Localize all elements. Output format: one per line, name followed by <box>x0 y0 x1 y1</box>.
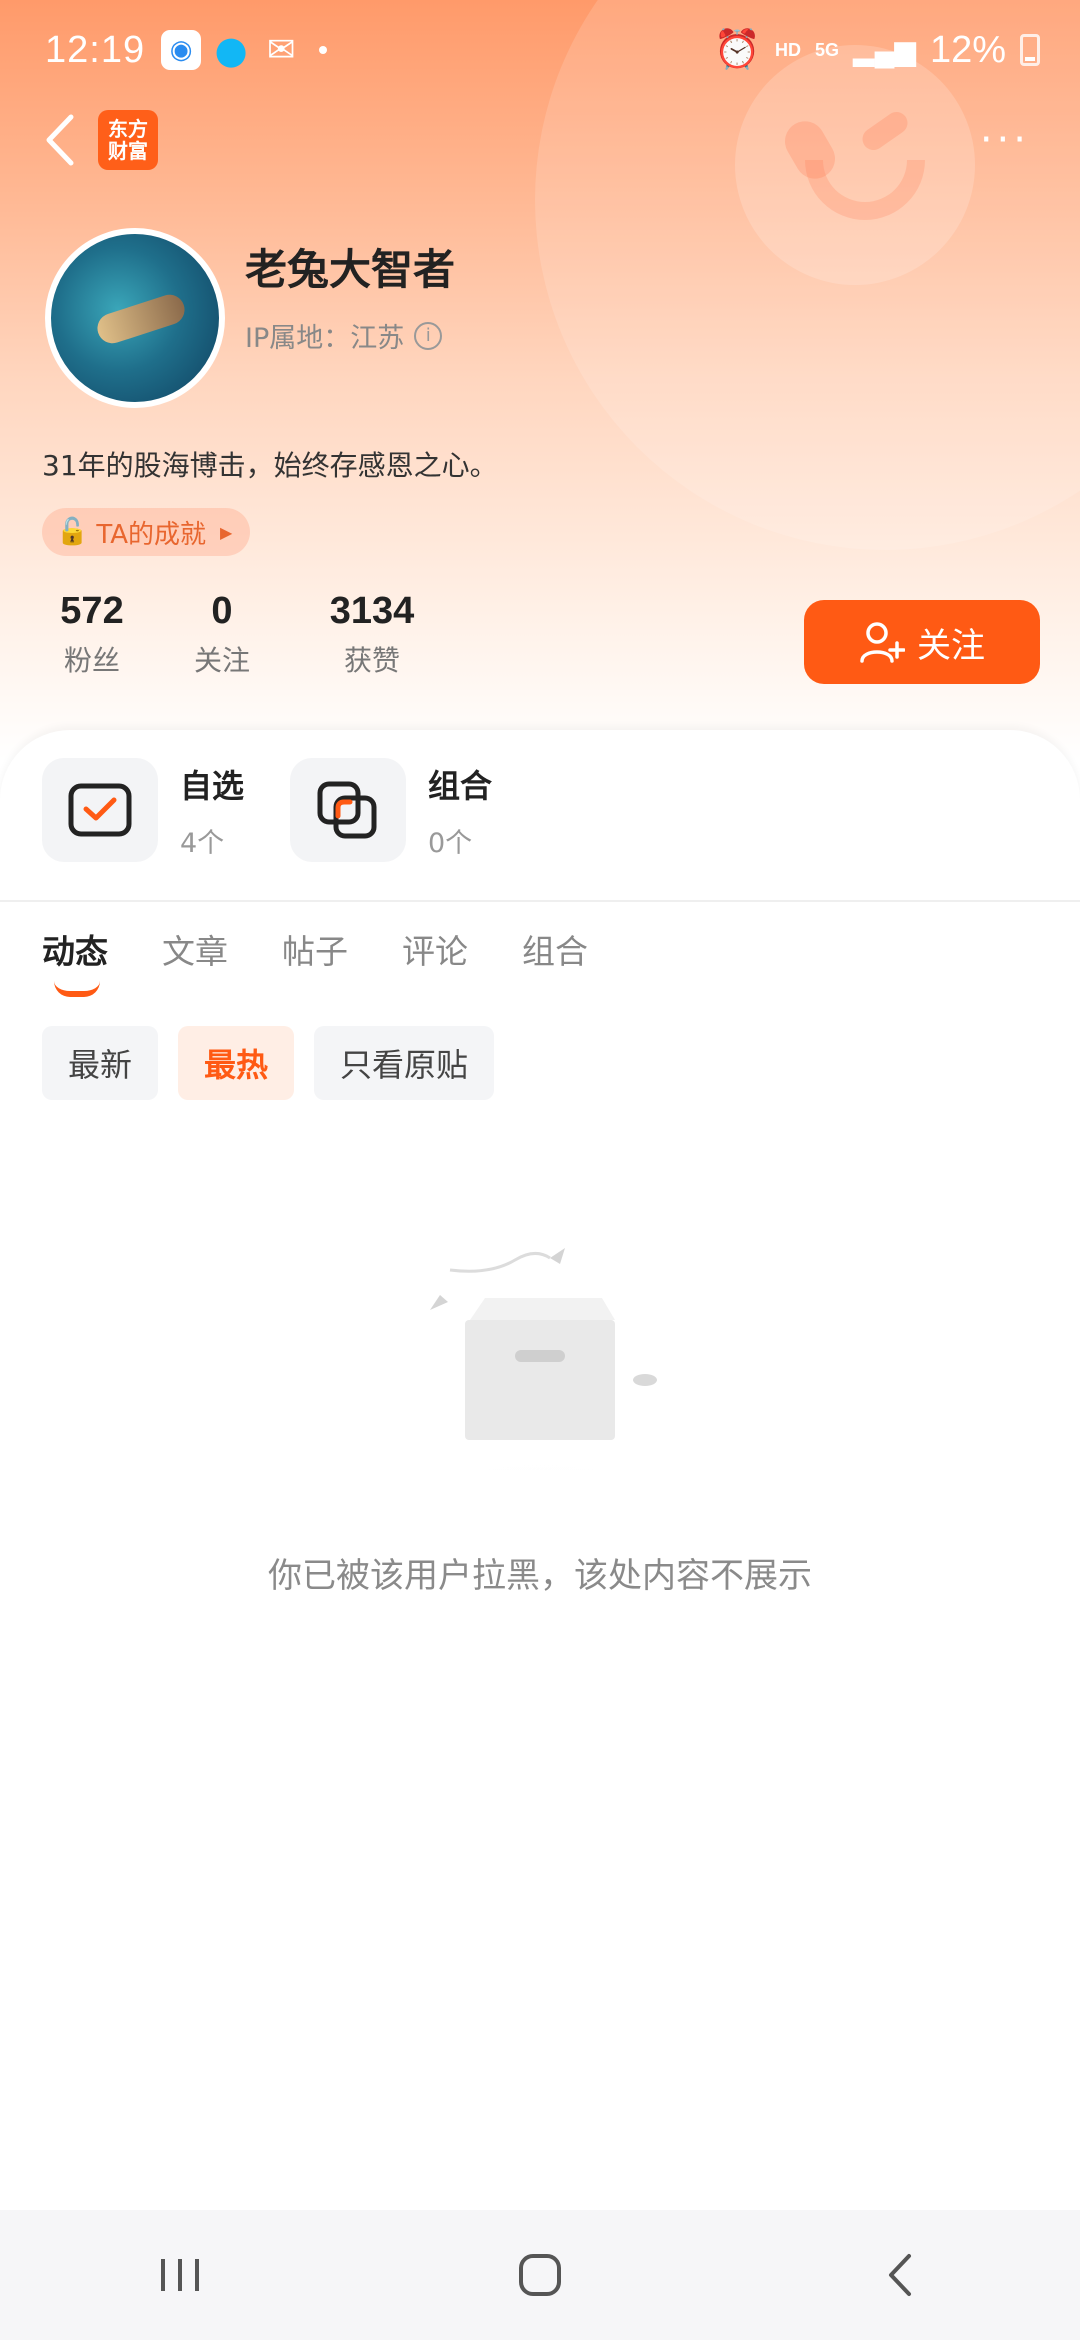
battery-icon <box>1020 34 1040 66</box>
recent-apps-icon <box>161 2259 199 2291</box>
network-indicator: 5G <box>815 39 840 60</box>
section-divider <box>0 900 1080 902</box>
status-time: 12:19 <box>45 28 146 71</box>
qq-app-icon: ● <box>214 28 248 72</box>
app-logo[interactable]: 东方 财富 <box>98 110 158 170</box>
tab-portfolios[interactable]: 组合 <box>522 925 588 973</box>
stat-value: 572 <box>60 590 124 632</box>
home-icon <box>519 2254 561 2296</box>
stat-label: 关注 <box>193 644 250 677</box>
tab-comments[interactable]: 评论 <box>402 925 468 973</box>
system-back-button[interactable] <box>860 2235 940 2315</box>
filter-original-only[interactable]: 只看原贴 <box>314 1026 495 1100</box>
user-bio: 31年的股海博击，始终存感恩之心。 <box>42 449 498 482</box>
hd-indicator: HD <box>775 39 802 60</box>
follow-button-label: 关注 <box>917 625 985 666</box>
portfolio-entry[interactable]: 组合 0个 <box>290 758 492 862</box>
chevron-left-icon <box>889 2254 911 2296</box>
logo-text-line2: 财富 <box>108 139 148 163</box>
top-navigation: 东方 财富 ··· <box>0 100 1080 180</box>
signal-icon: ▂▄▆ <box>853 34 916 66</box>
home-button[interactable] <box>500 2235 580 2315</box>
stat-label: 获赞 <box>343 644 400 677</box>
wechat-app-icon: ✉ <box>266 30 296 70</box>
portfolio-count: 0个 <box>428 827 473 859</box>
avatar-image-detail <box>93 290 189 348</box>
stat-likes[interactable]: 3134 获赞 <box>322 590 422 679</box>
info-icon[interactable]: i <box>414 321 443 350</box>
tab-dynamics[interactable]: 动态 <box>42 925 108 997</box>
watchlist-entry[interactable]: 自选 4个 <box>42 758 244 862</box>
stat-value: 0 <box>211 590 233 632</box>
stat-value: 3134 <box>329 590 415 632</box>
logo-text-line1: 东方 <box>108 117 148 141</box>
battery-percent: 12% <box>929 28 1006 71</box>
ip-location-text: IP属地：江苏 <box>245 323 405 354</box>
back-button[interactable] <box>30 110 90 170</box>
filter-hottest[interactable]: 最热 <box>178 1026 295 1100</box>
empty-box-illustration <box>370 1248 710 1470</box>
alarm-icon: ⏰ <box>713 29 762 71</box>
stat-label: 粉丝 <box>63 644 120 677</box>
watchlist-count: 4个 <box>180 827 225 859</box>
tab-posts[interactable]: 帖子 <box>282 925 348 973</box>
sort-filters: 最新 最热 只看原贴 <box>42 1026 495 1100</box>
stat-fans[interactable]: 572 粉丝 <box>42 590 142 679</box>
username: 老兔大智者 <box>245 245 456 294</box>
content-tabs: 动态 文章 帖子 评论 组合 <box>42 925 642 997</box>
avatar[interactable] <box>45 228 225 408</box>
watchlist-icon-box <box>42 758 158 862</box>
more-options-button[interactable]: ··· <box>980 117 1030 163</box>
recent-apps-button[interactable] <box>140 2235 220 2315</box>
tab-articles[interactable]: 文章 <box>162 925 228 973</box>
status-bar: 12:19 ◉ ● ✉ ⏰ HD 5G ▂▄▆ 12% <box>0 0 1080 100</box>
watchlist-title: 自选 <box>180 766 245 805</box>
system-navigation-bar <box>0 2210 1080 2340</box>
follow-button[interactable]: 关注 <box>804 600 1040 684</box>
unlock-icon: 🔓 <box>56 517 89 547</box>
portfolio-icon-box <box>290 758 406 862</box>
achievement-label: TA的成就 <box>96 519 207 550</box>
portfolio-title: 组合 <box>428 766 493 805</box>
profile-stats: 572 粉丝 0 关注 3134 获赞 <box>42 590 422 679</box>
blocked-message: 你已被该用户拉黑，该处内容不展示 <box>268 1556 812 1596</box>
triangle-right-icon: ▶ <box>220 522 233 542</box>
achievement-button[interactable]: 🔓 TA的成就 ▶ <box>42 508 251 556</box>
portfolio-icon <box>317 781 377 839</box>
filter-latest[interactable]: 最新 <box>42 1026 159 1100</box>
stat-following[interactable]: 0 关注 <box>172 590 272 679</box>
notification-dot <box>319 46 328 54</box>
watchlist-check-icon <box>68 783 132 837</box>
user-plus-icon <box>860 622 905 663</box>
ip-location: IP属地：江苏 i <box>245 316 443 355</box>
chevron-left-icon <box>46 114 74 166</box>
browser-app-icon: ◉ <box>161 30 202 70</box>
